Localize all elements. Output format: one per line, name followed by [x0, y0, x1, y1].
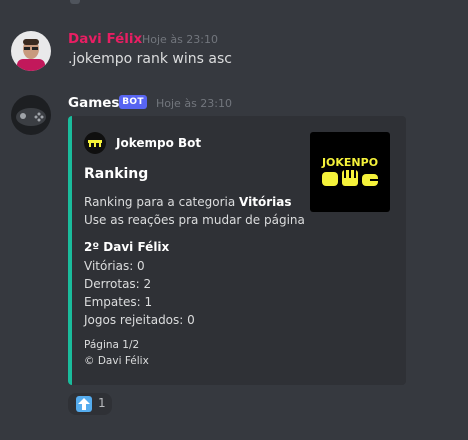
previous-message-edge — [70, 0, 80, 4]
embed-description-category: Vitórias — [239, 195, 292, 209]
message-content: .jokempo rank wins asc — [68, 51, 232, 67]
embed-accent-bar — [68, 116, 72, 385]
bot-author-name[interactable]: Games — [68, 95, 119, 111]
svg-text:JOKENPO: JOKENPO — [321, 156, 378, 169]
reaction-arrow-up[interactable]: 1 — [68, 393, 112, 415]
embed-description: Ranking para a categoria Vitórias — [84, 195, 291, 209]
field-line-draws: Empates: 1 — [84, 295, 153, 309]
embed-footer-copyright: © Davi Félix — [84, 355, 149, 367]
avatar[interactable] — [11, 31, 51, 71]
field-line-wins: Vitórias: 0 — [84, 259, 145, 273]
author-name[interactable]: Davi Félix — [68, 31, 142, 47]
user-photo-avatar-icon — [11, 31, 51, 71]
embed-author-name[interactable]: Jokempo Bot — [116, 136, 201, 150]
embed-footer-page: Página 1/2 — [84, 339, 140, 351]
embed-description-prefix: Ranking para a categoria — [84, 195, 240, 209]
author-name-text[interactable]: Davi Félix — [68, 31, 142, 47]
gamepad-avatar-icon — [11, 95, 51, 135]
message-timestamp: Hoje às 23:10 — [142, 33, 218, 46]
embed-description-line: Use as reações pra mudar de página — [84, 213, 305, 227]
message-timestamp: Hoje às 23:10 — [156, 97, 232, 110]
bot-avatar[interactable] — [11, 95, 51, 135]
arrow-up-emoji-icon — [76, 396, 92, 412]
ranking-embed: Jokempo Bot Ranking Ranking para a categ… — [68, 116, 406, 385]
jokempo-logo-icon — [84, 132, 106, 154]
field-line-rejected: Jogos rejeitados: 0 — [84, 313, 195, 327]
reaction-count: 1 — [98, 396, 106, 410]
embed-title: Ranking — [84, 166, 149, 182]
field-line-losses: Derrotas: 2 — [84, 277, 152, 291]
jokenpo-thumbnail[interactable]: JOKENPO — [310, 132, 390, 212]
embed-field-name: 2º Davi Félix — [84, 240, 170, 254]
jokenpo-logo-image: JOKENPO — [321, 156, 378, 186]
bot-badge: BOT — [119, 95, 147, 109]
